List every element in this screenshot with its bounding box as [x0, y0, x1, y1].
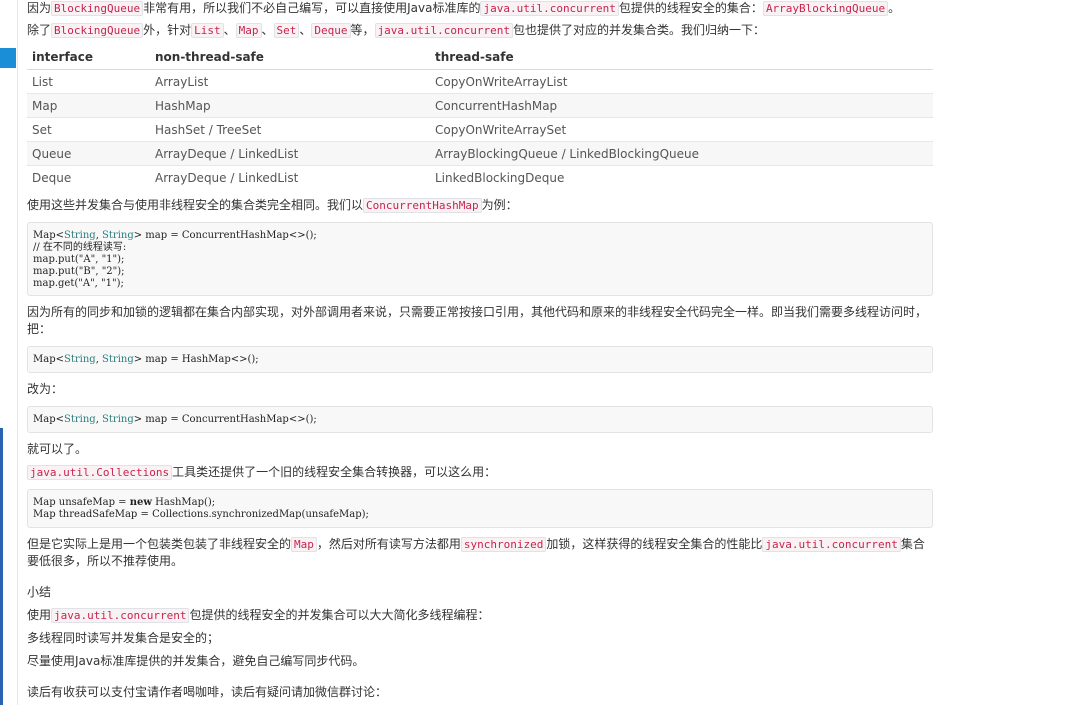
code-block-synchronized-map: Map unsafeMap = new HashMap(); Map threa… [27, 489, 933, 528]
table-header-cell: interface [27, 45, 150, 70]
summary-line-3: 尽量使用Java标准库提供的并发集合，避免自己编写同步代码。 [27, 654, 365, 668]
table-cell: ConcurrentHashMap [430, 93, 933, 118]
footer-text: 读后有收获可以支付宝请作者喝咖啡，读后有疑问请加微信群讨论： [27, 685, 388, 699]
table-cell: HashSet / TreeSet [150, 117, 430, 142]
inline-code: Map [235, 23, 262, 38]
inline-code: BlockingQueue [51, 23, 144, 38]
sidebar-accent [0, 48, 16, 68]
inline-code: BlockingQueue [51, 1, 144, 16]
content-divider [17, 0, 18, 705]
sidebar-accent-lower [0, 428, 3, 705]
inline-code: java.util.concurrent [51, 608, 190, 623]
table-cell: Map [27, 93, 150, 118]
table-cell: Deque [27, 165, 150, 189]
collections-paragraph: java.util.Collections 工具类还提供了一个旧的线程安全集合转换… [27, 464, 933, 481]
inline-code: java.util.concurrent [480, 1, 619, 16]
inline-code: Set [273, 23, 300, 38]
table-row: Queue ArrayDeque / LinkedList ArrayBlock… [27, 141, 933, 166]
inline-code: ConcurrentHashMap [363, 198, 482, 213]
table-cell: ArrayDeque / LinkedList [150, 141, 430, 166]
summary-line-1: 使用 java.util.concurrent 包提供的线程安全的并发集合可以大大简… [27, 608, 490, 623]
table-cell: CopyOnWriteArrayList [430, 69, 933, 94]
table-header-row: interface non-thread-safe thread-safe [27, 45, 933, 70]
table-cell: List [27, 69, 150, 94]
inline-code: java.util.Collections [27, 465, 173, 480]
collections-table: interface non-thread-safe thread-safe Li… [27, 45, 933, 189]
article-content: 因为 BlockingQueue 非常有用，所以我们不必自己编写，可以直接使用Jav… [27, 0, 933, 701]
inline-code: synchronized [460, 537, 547, 552]
intro-paragraph-2: 除了 BlockingQueue 外，针对 List、 Map、 Set、 Deque 等， j… [27, 23, 766, 38]
intro-paragraph-1: 因为 BlockingQueue 非常有用，所以我们不必自己编写，可以直接使用Jav… [27, 1, 901, 16]
table-row: Map HashMap ConcurrentHashMap [27, 93, 933, 118]
table-cell: CopyOnWriteArraySet [430, 117, 933, 142]
table-header-cell: thread-safe [430, 45, 933, 70]
table-row: List ArrayList CopyOnWriteArrayList [27, 69, 933, 94]
summary-heading: 小结 [27, 585, 52, 599]
table-cell: HashMap [150, 93, 430, 118]
table-cell: LinkedBlockingDeque [430, 165, 933, 189]
inline-code: java.util.concurrent [762, 537, 901, 552]
table-row: Set HashSet / TreeSet CopyOnWriteArraySe… [27, 117, 933, 142]
table-cell: Queue [27, 141, 150, 166]
code-block-hashmap: Map<String, String> map = HashMap<>(); [27, 346, 933, 373]
table-cell: ArrayBlockingQueue / LinkedBlockingQueue [430, 141, 933, 166]
inline-code: java.util.concurrent [374, 23, 514, 38]
code-block-concurrent-map: Map<String, String> map = ConcurrentHash… [27, 222, 933, 296]
table-header-cell: non-thread-safe [150, 45, 430, 70]
wrapper-paragraph: 但是它实际上是用一个包装类包装了非线程安全的 Map ，然后对所有读写方法都用 syn… [27, 537, 925, 568]
inline-code: Map [291, 537, 317, 552]
inline-code: List [191, 23, 224, 38]
summary-line-2: 多线程同时读写并发集合是安全的； [27, 631, 220, 645]
done-paragraph: 就可以了。 [27, 442, 88, 456]
table-cell: ArrayList [150, 69, 430, 94]
table-cell: ArrayDeque / LinkedList [150, 165, 430, 189]
inline-code: Deque [311, 23, 351, 38]
table-cell: Set [27, 117, 150, 142]
code-block-concurrent-hashmap: Map<String, String> map = ConcurrentHash… [27, 406, 933, 433]
explain-paragraph: 因为所有的同步和加锁的逻辑都在集合内部实现，对外部调用者来说，只需要正常按接口引… [27, 305, 928, 336]
change-to-label: 改为： [27, 382, 64, 396]
inline-code: ArrayBlockingQueue [762, 1, 889, 16]
table-row: Deque ArrayDeque / LinkedList LinkedBloc… [27, 165, 933, 189]
usage-paragraph: 使用这些并发集合与使用非线程安全的集合类完全相同。我们以 ConcurrentHa… [27, 198, 518, 213]
